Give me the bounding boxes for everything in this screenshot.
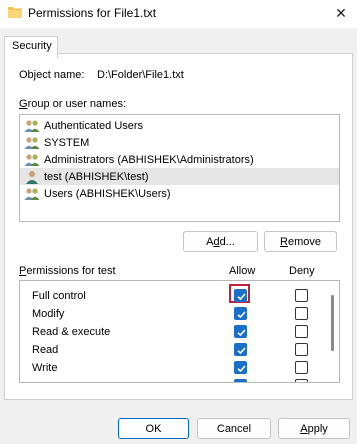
users-icon [24,153,40,167]
remove-label-rest: emove [287,235,321,248]
cancel-button[interactable]: Cancel [197,418,271,439]
users-icon [24,119,40,133]
user-icon [24,170,40,184]
allow-checkbox[interactable] [234,361,247,374]
add-label-rest: d... [219,235,235,248]
deny-checkbox[interactable] [295,343,308,356]
permission-row [20,377,320,382]
permission-name: Read [32,344,59,356]
users-icon [24,187,40,201]
deny-column-header: Deny [289,265,315,277]
group-label-rest: roup or user names: [27,98,126,110]
security-panel: Object name: D:\Folder\File1.txt Group o… [4,53,353,400]
permissions-list: Full control Modify Read & execute Read Writ… [19,280,340,383]
allow-checkbox[interactable] [234,307,247,320]
user-list-item-label: test (ABHISHEK\test) [44,170,149,183]
user-list-item-label: Administrators (ABHISHEK\Administrators) [44,153,254,166]
group-user-list[interactable]: Authenticated Users SYSTEM Administrators … [19,114,340,222]
permissions-dialog: Permissions for File1.txt ✕ Security Obj… [0,0,357,444]
window-title: Permissions for File1.txt [28,6,157,20]
permission-row: Full control [20,284,320,305]
permission-name: Full control [32,290,86,302]
permission-row: Read [20,341,320,359]
permission-row: Modify [20,305,320,323]
users-icon [24,136,40,150]
user-list-item[interactable]: Users (ABHISHEK\Users) [20,185,339,202]
user-list-item[interactable]: Authenticated Users [20,117,339,134]
ok-button[interactable]: OK [118,418,189,439]
allow-checkbox[interactable] [234,325,247,338]
deny-checkbox[interactable] [295,289,308,302]
user-list-item[interactable]: Administrators (ABHISHEK\Administrators) [20,151,339,168]
permission-name: Read & execute [32,326,111,338]
close-button[interactable]: ✕ [329,2,353,24]
permission-name: Write [32,362,58,374]
user-list-item[interactable]: SYSTEM [20,134,339,151]
object-name-value: D:\Folder\File1.txt [97,69,184,81]
add-button[interactable]: Ad d... [183,231,258,252]
permission-row: Read & execute [20,323,320,341]
close-icon: ✕ [335,4,347,21]
permissions-label-rest: ermissions for test [26,265,116,277]
deny-checkbox[interactable] [295,361,308,374]
apply-button[interactable]: Apply [278,418,350,439]
permission-row: Write [20,359,320,377]
deny-checkbox[interactable] [295,379,308,382]
allow-checkbox[interactable] [234,289,247,302]
allow-checkbox[interactable] [234,379,247,382]
permissions-scrollbar[interactable] [329,283,337,380]
folder-icon [8,7,22,18]
user-list-item[interactable]: test (ABHISHEK\test) [20,168,339,185]
group-label-mnemonic: G [19,98,28,110]
permissions-label: Permissions for test [19,265,116,277]
scrollbar-thumb[interactable] [331,295,334,351]
add-label-a: A [206,235,214,248]
tab-security[interactable]: Security [4,36,58,58]
group-list-label: Group or user names: [19,98,126,110]
deny-checkbox[interactable] [295,325,308,338]
title-bar: Permissions for File1.txt ✕ [0,0,357,28]
allow-checkbox[interactable] [234,343,247,356]
apply-label-rest: pply [307,422,328,435]
object-name-label: Object name: [19,69,85,81]
remove-button[interactable]: Remove [264,231,337,252]
allow-column-header: Allow [229,265,256,277]
permission-name: Modify [32,308,65,320]
user-list-item-label: Users (ABHISHEK\Users) [44,187,171,200]
user-list-item-label: SYSTEM [44,136,90,149]
tab-strip: Security [0,28,357,58]
deny-checkbox[interactable] [295,307,308,320]
apply-label-mnemonic: A [300,422,308,435]
remove-label-mnemonic: R [280,235,288,248]
user-list-item-label: Authenticated Users [44,119,144,132]
